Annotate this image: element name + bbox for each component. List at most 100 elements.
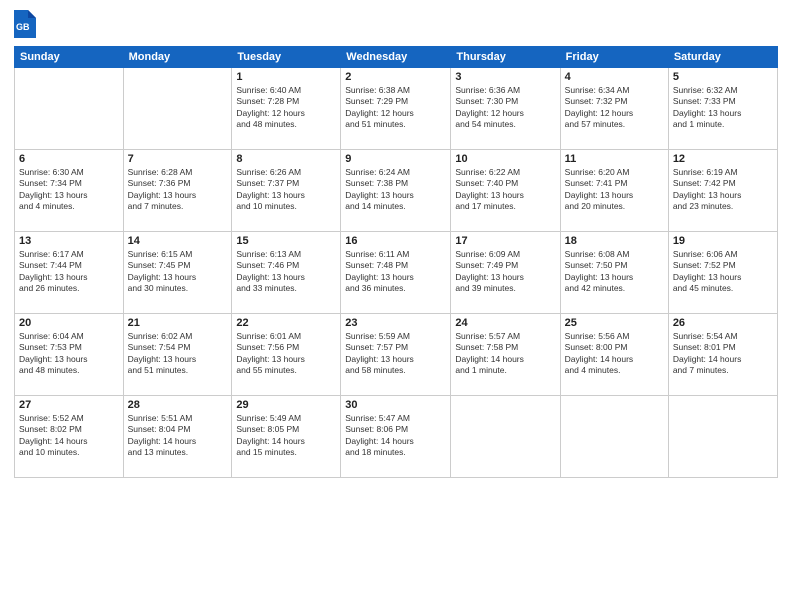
cell-date-number: 15 [236,235,336,247]
cell-info-text: Sunrise: 6:06 AM Sunset: 7:52 PM Dayligh… [673,249,773,295]
calendar-cell: 17 Sunrise: 6:09 AM Sunset: 7:49 PM Dayli… [451,232,560,314]
cell-date-number: 27 [19,399,119,411]
cell-info-text: Sunrise: 5:49 AM Sunset: 8:05 PM Dayligh… [236,413,336,459]
page: GB SundayMondayTuesdayWednesdayThursdayF… [0,0,792,612]
calendar-cell [451,396,560,478]
cell-date-number: 9 [345,153,446,165]
cell-date-number: 18 [565,235,664,247]
cell-info-text: Sunrise: 5:59 AM Sunset: 7:57 PM Dayligh… [345,331,446,377]
calendar-cell: 6Sunrise: 6:30 AM Sunset: 7:34 PM Daylig… [15,150,124,232]
cell-date-number: 6 [19,153,119,165]
cell-info-text: Sunrise: 6:20 AM Sunset: 7:41 PM Dayligh… [565,167,664,213]
calendar-cell: 28 Sunrise: 5:51 AM Sunset: 8:04 PM Dayli… [123,396,232,478]
cell-info-text: Sunrise: 5:57 AM Sunset: 7:58 PM Dayligh… [455,331,555,377]
cell-date-number: 3 [455,71,555,83]
calendar-cell: 13 Sunrise: 6:17 AM Sunset: 7:44 PM Dayli… [15,232,124,314]
week-row-2: 6Sunrise: 6:30 AM Sunset: 7:34 PM Daylig… [15,150,778,232]
cell-info-text: Sunrise: 6:11 AM Sunset: 7:48 PM Dayligh… [345,249,446,295]
cell-date-number: 30 [345,399,446,411]
cell-date-number: 19 [673,235,773,247]
calendar-cell: 25 Sunrise: 5:56 AM Sunset: 8:00 PM Dayli… [560,314,668,396]
calendar-cell [123,68,232,150]
cell-date-number: 23 [345,317,446,329]
calendar-cell: 30 Sunrise: 5:47 AM Sunset: 8:06 PM Dayli… [341,396,451,478]
cell-date-number: 1 [236,71,336,83]
cell-date-number: 8 [236,153,336,165]
cell-date-number: 29 [236,399,336,411]
calendar-cell: 21Sunrise: 6:02 AM Sunset: 7:54 PM Dayli… [123,314,232,396]
cell-date-number: 11 [565,153,664,165]
cell-info-text: Sunrise: 6:13 AM Sunset: 7:46 PM Dayligh… [236,249,336,295]
calendar-table: SundayMondayTuesdayWednesdayThursdayFrid… [14,46,778,478]
svg-text:GB: GB [16,22,30,32]
cell-info-text: Sunrise: 5:54 AM Sunset: 8:01 PM Dayligh… [673,331,773,377]
cell-info-text: Sunrise: 6:22 AM Sunset: 7:40 PM Dayligh… [455,167,555,213]
calendar-cell: 4 Sunrise: 6:34 AM Sunset: 7:32 PM Daylig… [560,68,668,150]
calendar-cell: 27 Sunrise: 5:52 AM Sunset: 8:02 PM Dayli… [15,396,124,478]
week-row-3: 13 Sunrise: 6:17 AM Sunset: 7:44 PM Dayli… [15,232,778,314]
cell-date-number: 22 [236,317,336,329]
calendar-cell: 16 Sunrise: 6:11 AM Sunset: 7:48 PM Dayli… [341,232,451,314]
cell-info-text: Sunrise: 6:40 AM Sunset: 7:28 PM Dayligh… [236,85,336,131]
cell-info-text: Sunrise: 5:47 AM Sunset: 8:06 PM Dayligh… [345,413,446,459]
calendar-cell: 5 Sunrise: 6:32 AM Sunset: 7:33 PM Daylig… [668,68,777,150]
calendar-cell: 15 Sunrise: 6:13 AM Sunset: 7:46 PM Dayli… [232,232,341,314]
cell-date-number: 28 [128,399,228,411]
calendar-cell: 3Sunrise: 6:36 AM Sunset: 7:30 PM Daylig… [451,68,560,150]
cell-info-text: Sunrise: 6:26 AM Sunset: 7:37 PM Dayligh… [236,167,336,213]
day-header-friday: Friday [560,47,668,68]
calendar-cell [668,396,777,478]
logo-icon: GB [14,10,36,38]
cell-info-text: Sunrise: 5:51 AM Sunset: 8:04 PM Dayligh… [128,413,228,459]
cell-info-text: Sunrise: 6:34 AM Sunset: 7:32 PM Dayligh… [565,85,664,131]
cell-info-text: Sunrise: 6:24 AM Sunset: 7:38 PM Dayligh… [345,167,446,213]
cell-date-number: 2 [345,71,446,83]
calendar-cell: 22 Sunrise: 6:01 AM Sunset: 7:56 PM Dayli… [232,314,341,396]
calendar-cell: 10 Sunrise: 6:22 AM Sunset: 7:40 PM Dayli… [451,150,560,232]
calendar-cell: 24 Sunrise: 5:57 AM Sunset: 7:58 PM Dayli… [451,314,560,396]
calendar-cell: 11 Sunrise: 6:20 AM Sunset: 7:41 PM Dayli… [560,150,668,232]
cell-info-text: Sunrise: 6:15 AM Sunset: 7:45 PM Dayligh… [128,249,228,295]
cell-date-number: 14 [128,235,228,247]
cell-info-text: Sunrise: 6:01 AM Sunset: 7:56 PM Dayligh… [236,331,336,377]
calendar-cell: 9 Sunrise: 6:24 AM Sunset: 7:38 PM Daylig… [341,150,451,232]
cell-info-text: Sunrise: 6:32 AM Sunset: 7:33 PM Dayligh… [673,85,773,131]
calendar-cell: 19 Sunrise: 6:06 AM Sunset: 7:52 PM Dayli… [668,232,777,314]
cell-date-number: 25 [565,317,664,329]
cell-info-text: Sunrise: 6:17 AM Sunset: 7:44 PM Dayligh… [19,249,119,295]
cell-date-number: 20 [19,317,119,329]
calendar-cell: 8 Sunrise: 6:26 AM Sunset: 7:37 PM Daylig… [232,150,341,232]
cell-info-text: Sunrise: 6:38 AM Sunset: 7:29 PM Dayligh… [345,85,446,131]
calendar-cell: 29 Sunrise: 5:49 AM Sunset: 8:05 PM Dayli… [232,396,341,478]
cell-date-number: 13 [19,235,119,247]
calendar-cell: 7Sunrise: 6:28 AM Sunset: 7:36 PM Daylig… [123,150,232,232]
cell-date-number: 17 [455,235,555,247]
calendar-cell: 12 Sunrise: 6:19 AM Sunset: 7:42 PM Dayli… [668,150,777,232]
cell-date-number: 21 [128,317,228,329]
calendar-header-row: SundayMondayTuesdayWednesdayThursdayFrid… [15,47,778,68]
cell-info-text: Sunrise: 6:19 AM Sunset: 7:42 PM Dayligh… [673,167,773,213]
day-header-monday: Monday [123,47,232,68]
day-header-wednesday: Wednesday [341,47,451,68]
header: GB [14,10,778,38]
cell-info-text: Sunrise: 6:09 AM Sunset: 7:49 PM Dayligh… [455,249,555,295]
calendar-cell [560,396,668,478]
cell-info-text: Sunrise: 5:56 AM Sunset: 8:00 PM Dayligh… [565,331,664,377]
day-header-sunday: Sunday [15,47,124,68]
cell-info-text: Sunrise: 5:52 AM Sunset: 8:02 PM Dayligh… [19,413,119,459]
cell-date-number: 16 [345,235,446,247]
cell-info-text: Sunrise: 6:28 AM Sunset: 7:36 PM Dayligh… [128,167,228,213]
cell-date-number: 24 [455,317,555,329]
cell-date-number: 10 [455,153,555,165]
calendar-cell: 18Sunrise: 6:08 AM Sunset: 7:50 PM Dayli… [560,232,668,314]
cell-date-number: 12 [673,153,773,165]
calendar-cell: 20Sunrise: 6:04 AM Sunset: 7:53 PM Dayli… [15,314,124,396]
day-header-thursday: Thursday [451,47,560,68]
cell-date-number: 26 [673,317,773,329]
week-row-1: 1 Sunrise: 6:40 AM Sunset: 7:28 PM Daylig… [15,68,778,150]
calendar-cell: 26 Sunrise: 5:54 AM Sunset: 8:01 PM Dayli… [668,314,777,396]
cell-date-number: 5 [673,71,773,83]
week-row-5: 27 Sunrise: 5:52 AM Sunset: 8:02 PM Dayli… [15,396,778,478]
cell-date-number: 4 [565,71,664,83]
calendar-cell: 23 Sunrise: 5:59 AM Sunset: 7:57 PM Dayli… [341,314,451,396]
